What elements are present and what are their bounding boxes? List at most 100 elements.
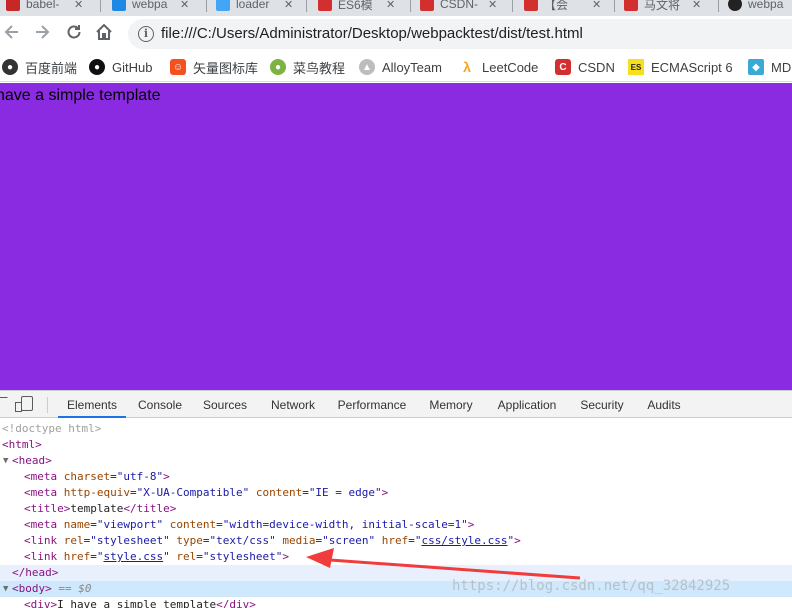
bookmark-label: GitHub (112, 59, 153, 75)
leetcode-icon: λ (463, 59, 471, 75)
tab-label: ES6模 (338, 0, 373, 12)
toolbar-divider (47, 397, 48, 413)
csdn-icon: C (555, 59, 571, 75)
tab-label: 【会 (544, 0, 569, 12)
url-text[interactable]: file:///C:/Users/Administrator/Desktop/w… (161, 25, 583, 42)
browser-tab[interactable]: CSDN- ✕ (420, 0, 497, 14)
selected-marker: == $0 (58, 582, 92, 595)
tab-favicon-icon (624, 0, 638, 11)
bookmark-label: 矢量图标库 (193, 60, 259, 76)
browser-tab[interactable]: loader ✕ (216, 0, 293, 14)
dom-node[interactable]: <div>I have a simple template</div> (0, 597, 792, 608)
tab-favicon-icon (728, 0, 742, 11)
home-icon[interactable] (92, 22, 116, 46)
tab-favicon-icon (420, 0, 434, 11)
arrow-right-icon[interactable] (30, 22, 54, 46)
info-icon[interactable]: i (138, 26, 154, 42)
tab-console[interactable]: Console (130, 391, 190, 418)
page-text: have a simple template (0, 87, 161, 104)
mdn-icon: ◆ (748, 59, 764, 75)
tab-application[interactable]: Application (490, 391, 564, 418)
bookmark-item[interactable]: ☺ 矢量图标库 (170, 58, 258, 76)
stylesheet-link[interactable]: css/style.css (421, 534, 507, 547)
baidu-icon: ● (2, 59, 18, 75)
browser-tab-strip: babel- ✕ webpa ✕ loader ✕ ES6模 ✕ CSDN- ✕… (0, 0, 792, 16)
dom-node[interactable]: ▼ <head> (0, 453, 792, 469)
dom-node[interactable]: <title>template</title> (0, 501, 792, 517)
close-icon[interactable]: ✕ (592, 0, 601, 11)
browser-tab[interactable]: webpa (728, 0, 788, 14)
tab-label: 马文将 (644, 0, 681, 12)
bookmark-label: 百度前端 (25, 60, 78, 76)
tab-favicon-icon (524, 0, 538, 11)
close-icon[interactable]: ✕ (692, 0, 701, 11)
iconfont-icon: ☺ (170, 59, 186, 75)
bookmark-label: 菜鸟教程 (293, 60, 346, 76)
browser-tab[interactable]: babel- ✕ (6, 0, 83, 14)
tab-network[interactable]: Network (262, 391, 324, 418)
browser-toolbar: i file:///C:/Users/Administrator/Desktop… (0, 16, 792, 52)
bookmarks-bar: ● 百度前端 ● GitHub ☺ 矢量图标库 ● 菜鸟教程 ▲ AlloyTe… (0, 52, 792, 82)
bookmark-label: LeetCode (482, 59, 539, 75)
expand-triangle-icon[interactable]: ▼ (3, 453, 8, 469)
bookmark-item[interactable]: ES ECMAScript 6 (628, 58, 733, 76)
bookmark-label: MD (771, 59, 792, 75)
dom-node[interactable]: <!doctype html> (0, 421, 792, 437)
dom-node[interactable]: <meta name="viewport" content="width=dev… (0, 517, 792, 533)
tab-security[interactable]: Security (574, 391, 630, 418)
tab-favicon-icon (112, 0, 126, 11)
bookmark-item[interactable]: ● 菜鸟教程 (270, 58, 345, 76)
tab-label: webpa (748, 0, 784, 11)
doctype-text: <!doctype html> (2, 422, 102, 435)
dom-node[interactable]: <meta http-equiv="X-UA-Compatible" conte… (0, 485, 792, 501)
close-icon[interactable]: ✕ (386, 0, 395, 11)
dom-node[interactable]: <meta charset="utf-8"> (0, 469, 792, 485)
tab-label: loader (236, 0, 270, 11)
bookmark-label: CSDN (578, 59, 615, 75)
alloyteam-icon: ▲ (359, 59, 375, 75)
bookmark-label: AlloyTeam (382, 59, 442, 75)
close-icon[interactable]: ✕ (284, 0, 293, 11)
watermark-text: https://blog.csdn.net/qq_32842925 (452, 578, 731, 594)
tab-sources[interactable]: Sources (196, 391, 254, 418)
address-bar[interactable]: i file:///C:/Users/Administrator/Desktop… (128, 19, 792, 49)
bookmark-item[interactable]: ▲ AlloyTeam (359, 58, 442, 76)
tab-favicon-icon (216, 0, 230, 11)
bookmark-item[interactable]: λ LeetCode (459, 58, 538, 76)
tab-label: CSDN- (440, 0, 478, 11)
close-icon[interactable]: ✕ (488, 0, 497, 11)
arrow-left-icon[interactable] (0, 22, 24, 46)
bookmark-item[interactable]: ◆ MD (748, 58, 791, 76)
browser-tab[interactable]: 【会 ✕ (524, 0, 601, 14)
bookmark-item[interactable]: ● 百度前端 (2, 58, 77, 76)
dom-node[interactable]: <link href="style.css" rel="stylesheet"> (0, 549, 792, 565)
tab-audits[interactable]: Audits (640, 391, 688, 418)
tab-label: webpa (132, 0, 168, 11)
stylesheet-link[interactable]: style.css (104, 550, 164, 563)
bookmark-label: ECMAScript 6 (651, 59, 733, 75)
github-icon: ● (89, 59, 105, 75)
browser-tab[interactable]: ES6模 ✕ (318, 0, 395, 14)
bookmark-item[interactable]: ● GitHub (89, 58, 152, 76)
dom-node[interactable]: <link rel="stylesheet" type="text/css" m… (0, 533, 792, 549)
close-icon[interactable]: ✕ (74, 0, 83, 11)
device-toolbar-icon[interactable] (15, 396, 33, 412)
page-viewport: have a simple template (0, 83, 792, 390)
es6-icon: ES (628, 59, 644, 75)
tab-performance[interactable]: Performance (332, 391, 412, 418)
runoob-icon: ● (270, 59, 286, 75)
dom-node[interactable]: <html> (0, 437, 792, 453)
close-icon[interactable]: ✕ (180, 0, 189, 11)
browser-tab[interactable]: 马文将 ✕ (624, 0, 701, 14)
reload-icon[interactable] (62, 22, 86, 46)
tab-favicon-icon (6, 0, 20, 11)
expand-triangle-icon[interactable]: ▼ (3, 581, 8, 597)
html-tag: <html> (2, 438, 42, 451)
inspect-element-icon[interactable] (0, 397, 8, 409)
tab-memory[interactable]: Memory (420, 391, 482, 418)
browser-tab[interactable]: webpa ✕ (112, 0, 189, 14)
bookmark-item[interactable]: C CSDN (555, 58, 615, 76)
tab-favicon-icon (318, 0, 332, 11)
devtools-toolbar: Elements Console Sources Network Perform… (0, 391, 792, 418)
tab-elements[interactable]: Elements (58, 391, 126, 418)
